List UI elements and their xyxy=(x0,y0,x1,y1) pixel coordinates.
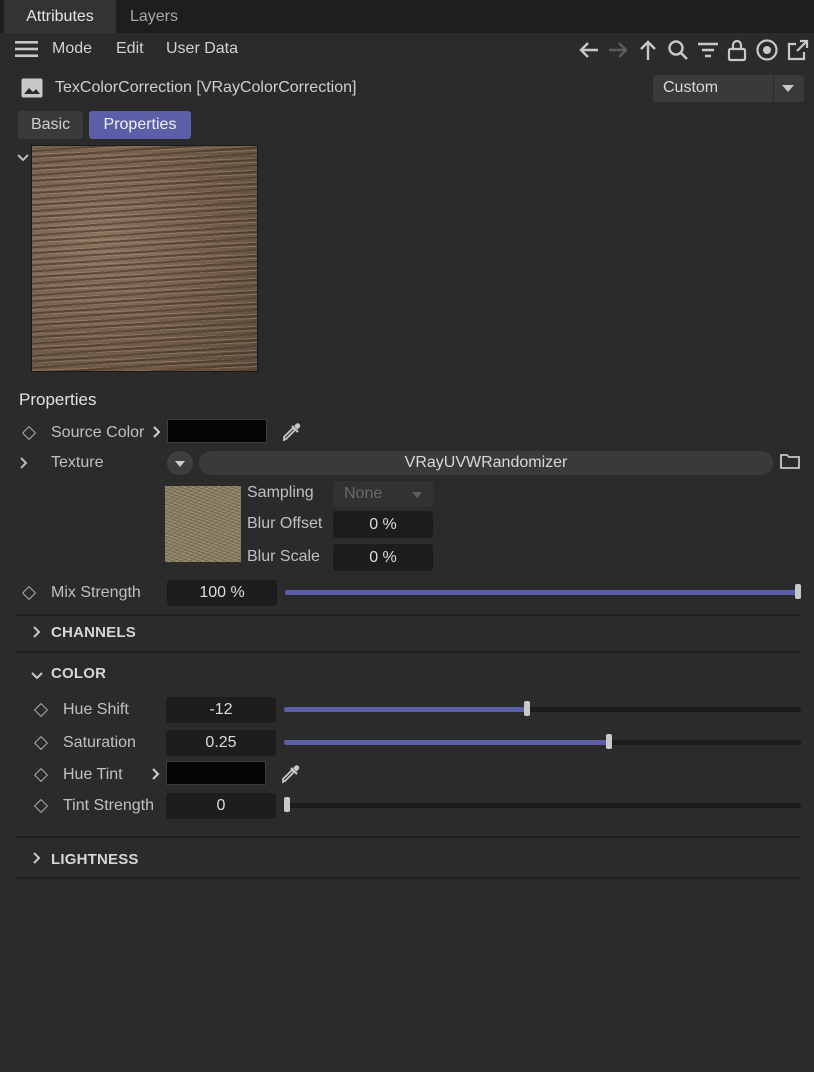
sampling-dropdown-value: None xyxy=(344,485,383,502)
section-divider xyxy=(15,651,801,653)
chevron-down-icon xyxy=(175,461,185,467)
channels-group-title[interactable]: CHANNELS xyxy=(51,624,136,641)
keyframe-diamond-icon[interactable] xyxy=(33,798,49,814)
back-arrow-icon[interactable] xyxy=(577,38,601,62)
slider-fill xyxy=(284,707,527,712)
slider-handle[interactable] xyxy=(284,797,290,812)
channels-expand-chevron-icon[interactable] xyxy=(32,625,42,644)
keyframe-diamond-icon[interactable] xyxy=(21,425,37,441)
lightness-expand-chevron-icon[interactable] xyxy=(32,851,42,870)
up-arrow-icon[interactable] xyxy=(636,38,660,62)
search-icon[interactable] xyxy=(666,38,690,62)
hue-tint-label: Hue Tint xyxy=(63,766,123,783)
blur-offset-input[interactable]: 0 % xyxy=(333,511,433,538)
open-new-window-icon[interactable] xyxy=(786,38,810,62)
slider-fill xyxy=(285,590,798,595)
keyframe-diamond-icon[interactable] xyxy=(21,585,37,601)
chevron-right-icon[interactable] xyxy=(152,425,162,444)
folder-icon[interactable] xyxy=(779,451,801,471)
preset-dropdown[interactable]: Custom xyxy=(653,75,804,102)
chevron-down-icon xyxy=(412,492,422,498)
hue-tint-swatch[interactable] xyxy=(166,761,266,785)
saturation-input[interactable]: 0.25 xyxy=(166,730,276,756)
source-color-label: Source Color xyxy=(51,424,145,441)
material-preview xyxy=(31,145,258,372)
mix-strength-slider[interactable] xyxy=(285,584,801,600)
texture-link-field[interactable]: VRayUVWRandomizer xyxy=(199,451,773,475)
forward-arrow-icon[interactable] xyxy=(606,38,630,62)
tint-strength-label: Tint Strength xyxy=(63,797,155,814)
tab-basic[interactable]: Basic xyxy=(18,111,83,139)
section-divider xyxy=(15,614,801,616)
keyframe-diamond-icon[interactable] xyxy=(33,735,49,751)
mix-strength-input[interactable]: 100 % xyxy=(167,580,277,606)
tint-strength-slider[interactable] xyxy=(284,797,801,813)
source-color-swatch[interactable] xyxy=(167,419,267,443)
slider-fill xyxy=(284,740,609,745)
slider-handle[interactable] xyxy=(795,584,801,599)
blur-scale-input[interactable]: 0 % xyxy=(333,544,433,571)
color-collapse-chevron-icon[interactable] xyxy=(30,668,44,686)
texture-thumbnail xyxy=(165,486,241,562)
texture-menu-button[interactable] xyxy=(167,451,193,475)
lightness-group-title[interactable]: LIGHTNESS xyxy=(51,851,139,868)
eyedropper-icon[interactable] xyxy=(279,762,303,786)
sampling-label: Sampling xyxy=(247,484,314,501)
saturation-label: Saturation xyxy=(63,734,136,751)
collapse-preview-icon[interactable] xyxy=(16,150,30,166)
menu-edit[interactable]: Edit xyxy=(116,40,144,58)
section-divider xyxy=(15,877,801,879)
keyframe-diamond-icon[interactable] xyxy=(33,702,49,718)
tab-layers[interactable]: Layers xyxy=(120,0,188,33)
hue-shift-slider[interactable] xyxy=(284,701,801,717)
mix-strength-label: Mix Strength xyxy=(51,584,141,601)
lock-icon[interactable] xyxy=(725,38,749,62)
filter-icon[interactable] xyxy=(696,38,720,62)
hamburger-menu-icon[interactable] xyxy=(15,40,38,58)
slider-handle[interactable] xyxy=(606,734,612,749)
keyframe-diamond-icon[interactable] xyxy=(33,767,49,783)
image-icon xyxy=(20,76,44,100)
section-divider xyxy=(15,836,801,838)
chevron-right-icon[interactable] xyxy=(151,767,161,786)
slider-handle[interactable] xyxy=(524,701,530,716)
tint-strength-input[interactable]: 0 xyxy=(166,793,276,819)
hue-shift-input[interactable]: -12 xyxy=(166,697,276,723)
menu-user-data[interactable]: User Data xyxy=(166,40,238,58)
object-title: TexColorCorrection [VRayColorCorrection] xyxy=(55,79,357,96)
color-group-title[interactable]: COLOR xyxy=(51,665,106,682)
chevron-down-icon[interactable] xyxy=(782,85,794,92)
blur-offset-label: Blur Offset xyxy=(247,515,323,532)
sampling-dropdown[interactable]: None xyxy=(333,481,433,507)
slider-track xyxy=(284,803,801,808)
menu-mode[interactable]: Mode xyxy=(52,40,92,58)
tab-properties[interactable]: Properties xyxy=(89,111,191,139)
hue-shift-label: Hue Shift xyxy=(63,701,129,718)
tab-attributes[interactable]: Attributes xyxy=(4,0,116,33)
blur-scale-label: Blur Scale xyxy=(247,548,320,565)
target-icon[interactable] xyxy=(755,38,779,62)
saturation-slider[interactable] xyxy=(284,734,801,750)
eyedropper-icon[interactable] xyxy=(280,420,304,444)
texture-expand-chevron-icon[interactable] xyxy=(19,456,29,475)
properties-section-title: Properties xyxy=(19,390,97,409)
dropdown-separator xyxy=(773,75,774,102)
texture-label: Texture xyxy=(51,454,104,471)
preset-dropdown-value: Custom xyxy=(663,79,719,96)
